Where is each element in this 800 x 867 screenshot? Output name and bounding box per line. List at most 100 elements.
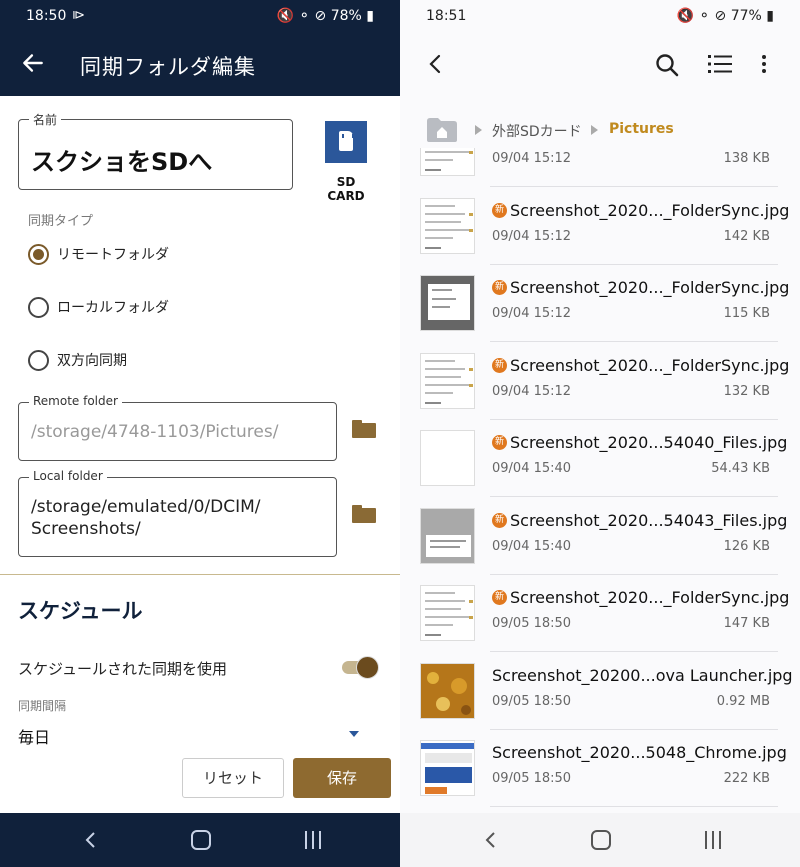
sd-card-button[interactable]: SD CARD [316,121,376,203]
system-status-icons: 🔇 ⚬ ⊘ 78% ▮ [276,8,374,24]
file-manager-screen: 18:51 🔇 ⚬ ⊘ 77% ▮ 外部SDカード Pictures 09/04… [400,0,800,867]
foldersync-edit-screen: 18:50 ⧐ 🔇 ⚬ ⊘ 78% ▮ 同期フォルダ編集 名前 スクショをSDへ… [0,0,400,867]
file-date: 09/04 15:40 [492,461,572,476]
radio-unselected-icon[interactable] [28,349,49,371]
remote-folder-field[interactable]: Remote folder /storage/4748-1103/Picture… [18,394,337,461]
file-list-item[interactable]: Screenshot_20200...ova Launcher.jpg 09/05… [400,653,800,730]
file-name: 新 Screenshot_2020...54043_Files.jpg [492,511,787,530]
system-nav-bar [400,813,800,867]
nav-back-icon[interactable] [82,831,100,849]
radio-unselected-icon[interactable] [28,296,49,318]
file-thumbnail [420,352,475,409]
file-list-item[interactable]: 新 Screenshot_2020..._FolderSync.jpg 09/04 … [400,343,800,420]
dropdown-arrow-icon[interactable] [349,731,359,737]
file-size: 222 KB [723,771,770,786]
save-button[interactable]: 保存 [293,758,391,798]
back-chevron-icon[interactable] [424,52,448,76]
interval-dropdown[interactable]: 毎日 [18,724,50,748]
file-list-item[interactable]: 新 Screenshot_2020..._FolderSync.jpg 09/05 … [400,575,800,652]
breadcrumb-sd-card[interactable]: 外部SDカード [492,121,582,141]
file-thumbnail [420,430,475,486]
file-size: 138 KB [723,151,770,166]
file-date: 09/05 18:50 [492,616,572,631]
interval-label: 同期間隔 [18,699,67,713]
file-thumbnail [420,585,475,641]
new-badge-icon: 新 [492,512,507,528]
radio-two-way-sync[interactable]: 双方向同期 [28,348,127,372]
app-bar: 同期フォルダ編集 [0,34,400,96]
file-name: 新 Screenshot_2020..._FolderSync.jpg [492,356,789,375]
nav-recents-icon[interactable] [705,831,723,849]
local-folder-value-line1: /storage/emulated/0/DCIM/ [31,497,261,517]
new-badge-icon: 新 [492,590,507,605]
reset-button[interactable]: リセット [182,758,284,798]
file-list-item[interactable]: 新 Screenshot_2020...54043_Files.jpg 09/04 … [400,498,800,575]
file-list-item[interactable]: Screenshot_2020...5048_Chrome.jpg 09/05 1… [400,730,800,807]
sd-card-label: SD CARD [327,175,365,203]
local-folder-field[interactable]: Local folder /storage/emulated/0/DCIM/ S… [18,469,337,557]
status-bar: 18:50 ⧐ 🔇 ⚬ ⊘ 78% ▮ [0,0,400,34]
file-name: 新 Screenshot_2020..._FolderSync.jpg [492,588,789,607]
file-size: 126 KB [723,538,770,554]
new-badge-icon: 新 [492,280,507,295]
file-date: 09/04 15:12 [492,383,572,399]
file-list-item[interactable]: 新 Screenshot_2020..._FolderSync.jpg 09/04 … [400,188,800,265]
file-size: 0.92 MB [716,693,770,709]
page-title: 同期フォルダ編集 [80,55,256,79]
more-options-icon[interactable] [756,51,772,77]
radio-remote-folder[interactable]: リモートフォルダ [28,242,169,266]
new-badge-icon: 新 [492,357,507,373]
file-thumbnail [420,148,475,176]
breadcrumb-current-folder[interactable]: Pictures [609,121,674,137]
radio-label: リモートフォルダ [57,247,169,263]
radio-selected-icon[interactable] [28,243,49,265]
file-size: 54.43 KB [711,461,770,476]
file-list-item[interactable]: 新 Screenshot_2020..._FolderSync.jpg 09/04 … [400,265,800,342]
remote-folder-browse-icon[interactable] [352,420,376,438]
nav-home-icon[interactable] [191,830,211,850]
radio-label: ローカルフォルダ [57,300,169,316]
local-folder-label: Local folder [29,469,107,483]
local-folder-browse-icon[interactable] [352,505,376,523]
schedule-toggle[interactable] [342,656,379,679]
file-name-text: Screenshot_2020...54043_Files.jpg [510,510,788,530]
local-folder-value-line2: Screenshots/ [31,519,141,539]
schedule-use-label: スケジュールされた同期を使用 [18,660,227,678]
file-name-text: Screenshot_2020..._FolderSync.jpg [510,355,790,375]
file-name: 新 Screenshot_2020..._FolderSync.jpg [492,278,789,297]
file-size: 147 KB [723,616,770,631]
name-field-value[interactable]: スクショをSDへ [31,142,212,177]
app-bar [400,34,800,96]
nav-recents-icon[interactable] [305,831,323,849]
sync-type-label: 同期タイプ [28,214,94,229]
file-name: Screenshot_20200...ova Launcher.jpg [492,666,793,685]
file-list-item[interactable]: 新 Screenshot_2020...54040_Files.jpg 09/04 … [400,420,800,497]
radio-label: 双方向同期 [57,353,127,369]
file-list-item[interactable]: 09/04 15:12 138 KB [400,148,800,187]
file-thumbnail [420,662,475,719]
file-date: 09/04 15:40 [492,538,572,554]
back-arrow-icon[interactable] [20,50,46,76]
breadcrumb-separator-icon [591,125,598,135]
nav-home-icon[interactable] [591,830,611,850]
home-folder-icon[interactable] [426,117,458,143]
remote-folder-value: /storage/4748-1103/Pictures/ [31,422,279,442]
radio-local-folder[interactable]: ローカルフォルダ [28,295,169,319]
status-bar: 18:51 🔇 ⚬ ⊘ 77% ▮ [400,0,800,34]
schedule-heading: スケジュール [18,599,143,623]
name-field-label: 名前 [29,111,62,128]
list-view-icon[interactable] [708,53,732,75]
new-badge-icon: 新 [492,435,507,450]
name-field[interactable]: 名前 スクショをSDへ [18,111,293,190]
file-list: 09/04 15:12 138 KB 新 Screenshot_2020..._Fol… [400,148,800,813]
search-icon[interactable] [654,52,680,78]
local-folder-value: /storage/emulated/0/DCIM/ Screenshots/ [31,496,261,540]
file-size: 115 KB [723,306,770,321]
file-thumbnail [420,740,475,796]
system-nav-bar [0,813,400,867]
nav-back-icon[interactable] [482,831,500,849]
file-name: 新 Screenshot_2020..._FolderSync.jpg [492,201,789,220]
file-thumbnail [420,197,475,254]
file-name-text: Screenshot_2020...5048_Chrome.jpg [492,743,787,762]
file-name-text: Screenshot_2020...54040_Files.jpg [510,433,788,452]
